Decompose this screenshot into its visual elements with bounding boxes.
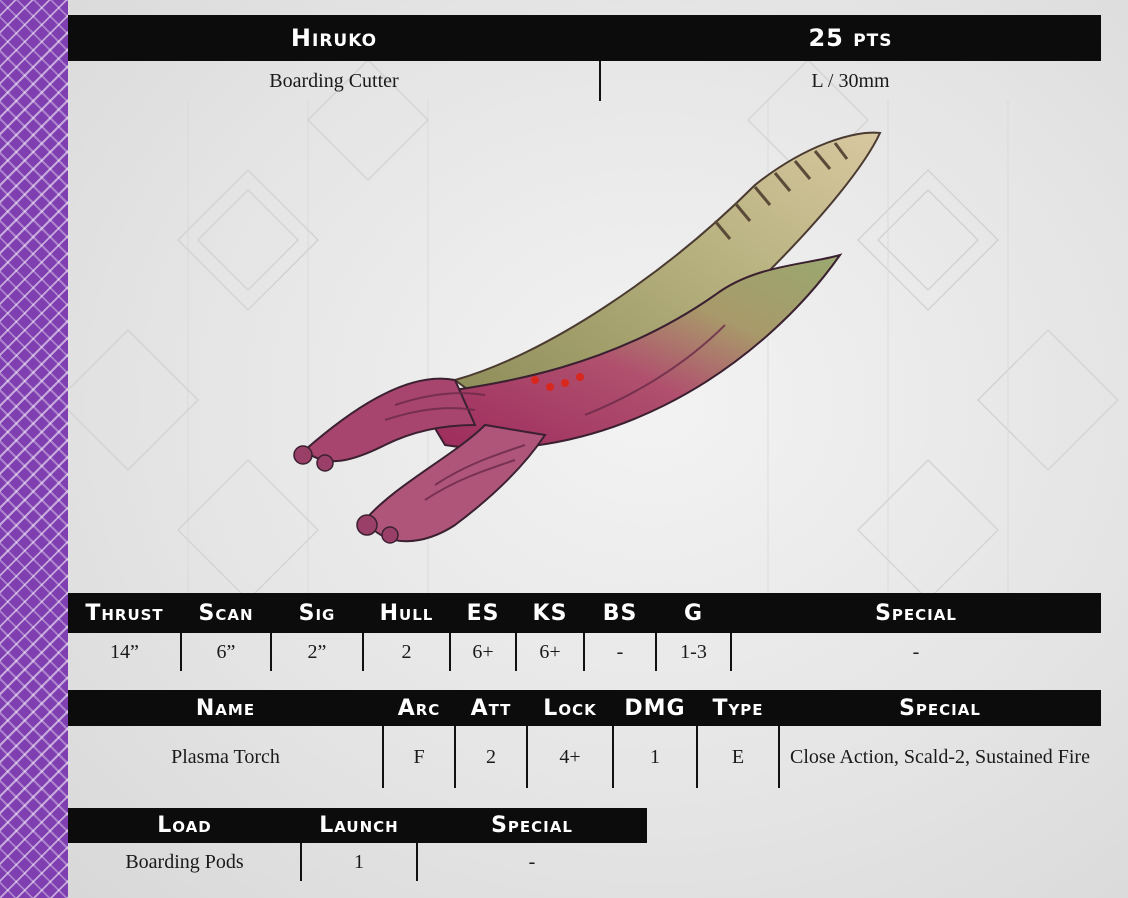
weapon-special: Close Action, Scald-2, Sustained Fire [790,746,1090,768]
launch-header-special: Special [491,813,573,838]
stat-header-ks: KS [532,600,568,626]
unit-points: 25 pts [808,24,893,52]
stats-values-row: 14” 6” 2” 2 6+ 6+ - 1-3 - [68,633,1101,671]
weapon-header-special: Special [899,695,981,721]
launch-header-bar: Load Launch Special [68,808,647,843]
launch-header-load: Load [157,813,212,838]
stat-bs: - [616,640,624,663]
stat-special: - [912,640,920,663]
stat-header-es: ES [466,600,500,626]
header-bar: Hiruko 25 pts [68,15,1101,61]
stat-header-scan: Scan [198,600,254,626]
weapon-header-att: Att [470,695,512,721]
weapon-header-name: Name [195,695,256,721]
launch-count: 1 [354,850,364,873]
stat-header-hull: Hull [379,600,434,626]
weapon-dmg: 1 [650,745,660,768]
subheader-row: Boarding Cutter L / 30mm [68,61,1101,101]
stat-scan: 6” [216,640,236,663]
stat-es: 6+ [472,640,494,663]
weapon-header-dmg: DMG [624,695,686,721]
launch-row: Boarding Pods 1 - [68,843,647,881]
weapon-att: 2 [486,745,496,768]
alien-cruiser-miniature [293,131,882,544]
decorative-stripe-panel [0,0,68,898]
stat-g: 1-3 [680,640,707,663]
weapon-type: E [731,745,745,768]
launch-special: - [528,850,536,873]
stat-header-thrust: Thrust [85,600,164,626]
unit-size: L / 30mm [811,69,890,92]
weapon-arc: F [413,745,425,768]
stat-header-sig: Sig [298,600,336,626]
stat-hull: 2 [401,640,412,663]
weapon-row: Plasma Torch F 2 4+ 1 E Close Action, Sc… [68,726,1101,788]
launch-load: Boarding Pods [125,850,244,873]
weapon-header-type: Type [712,695,764,721]
unit-type: Boarding Cutter [269,69,399,92]
divider [778,726,780,788]
launch-header-launch: Launch [319,813,399,838]
stat-sig: 2” [307,640,327,663]
weapon-header-lock: Lock [543,695,597,721]
stat-ks: 6+ [539,640,561,663]
weapons-header-bar: Name Arc Att Lock DMG Type Special [68,690,1101,726]
unit-name: Hiruko [290,24,378,52]
stats-header-bar: Thrust Scan Sig Hull ES KS BS G Special [68,593,1101,633]
weapon-name: Plasma Torch [171,745,280,768]
stat-header-g: G [683,600,704,626]
stat-thrust: 14” [110,640,139,663]
weapon-lock: 4+ [559,745,581,768]
weapon-header-arc: Arc [397,695,441,721]
stat-header-special: Special [875,600,957,626]
stat-header-bs: BS [602,600,638,626]
